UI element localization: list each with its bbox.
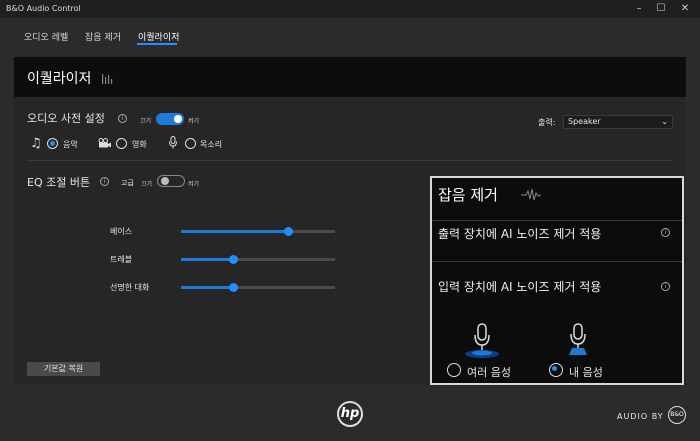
eq-advanced-label: 고급	[121, 179, 134, 187]
tab-audio-level[interactable]: 오디오 레벨	[24, 30, 68, 43]
panel-header	[14, 57, 686, 97]
multi-voice-microphone-icon	[465, 323, 499, 358]
multi-voice-label: 여러 음성	[467, 366, 511, 379]
preset-voice-label: 목소리	[200, 140, 223, 149]
audio-preset-label: 오디오 사전 설정	[27, 112, 105, 125]
output-label: 출력:	[538, 118, 556, 127]
active-tab-indicator	[137, 43, 177, 45]
my-voice-radio[interactable]	[549, 363, 563, 377]
preset-music-radio[interactable]	[47, 138, 58, 149]
close-button[interactable]: ✕	[674, 2, 696, 16]
output-select[interactable]: Speaker ⌄	[563, 115, 673, 129]
equalizer-bars-icon	[102, 74, 113, 84]
window-title: B&O Audio Control	[6, 4, 81, 13]
eq-advanced-toggle[interactable]	[157, 175, 185, 187]
noise-reduction-title: 잡음 제거	[438, 186, 498, 204]
title-bar: B&O Audio Control – ☐ ✕	[0, 0, 700, 18]
toggle-knob	[174, 115, 182, 123]
treble-slider-thumb[interactable]	[228, 255, 238, 264]
preset-music-label: 음악	[63, 140, 78, 149]
preset-voice-radio[interactable]	[185, 138, 196, 149]
audio-preset-toggle-off-label: 끄기	[140, 118, 152, 125]
clear-dialog-slider-thumb[interactable]	[228, 283, 238, 292]
eq-toggle-on-label: 켜기	[188, 181, 200, 188]
input-ai-info-icon[interactable]: i	[661, 282, 670, 291]
treble-slider-fill	[181, 258, 234, 261]
eq-toggle-off-label: 끄기	[141, 181, 153, 188]
eq-info-icon[interactable]: i	[100, 177, 109, 186]
output-ai-noise-label: 출력 장치에 AI 노이즈 제거 적용	[438, 227, 602, 241]
reset-defaults-button[interactable]: 기본값 복원	[27, 362, 100, 376]
eq-label: EQ 조절 버튼	[27, 176, 91, 189]
waveform-icon	[521, 188, 541, 201]
audio-by-label: AUDIO BY	[617, 412, 664, 421]
tab-bar: 오디오 레벨 잡음 제거 이퀄라이저	[0, 18, 700, 52]
bass-label: 베이스	[110, 227, 133, 236]
bass-slider-fill	[181, 230, 289, 233]
my-voice-microphone-icon	[569, 323, 587, 355]
hp-logo: hp	[337, 401, 363, 427]
microphone-icon	[169, 136, 177, 149]
audio-preset-info-icon[interactable]: i	[118, 114, 127, 123]
my-voice-label: 내 음성	[569, 366, 603, 379]
input-ai-noise-label: 입력 장치에 AI 노이즈 제거 적용	[438, 280, 602, 294]
noise-reduction-divider	[432, 220, 682, 221]
bass-slider[interactable]	[181, 227, 335, 236]
music-note-icon: ♫	[30, 136, 42, 151]
clear-dialog-slider[interactable]	[181, 283, 335, 292]
clear-dialog-slider-fill	[181, 286, 234, 289]
audio-preset-toggle[interactable]	[156, 113, 184, 125]
section-divider	[27, 160, 673, 161]
treble-slider[interactable]	[181, 255, 335, 264]
treble-label: 트레블	[110, 255, 133, 264]
minimize-button[interactable]: –	[628, 2, 650, 16]
toggle-knob	[161, 177, 169, 185]
tab-noise-reduction[interactable]: 잡음 제거	[85, 30, 121, 43]
preset-movie-radio[interactable]	[116, 138, 127, 149]
preset-movie-label: 영화	[132, 140, 147, 149]
video-camera-icon	[98, 138, 111, 148]
tab-equalizer[interactable]: 이퀄라이저	[138, 30, 179, 43]
multi-voice-radio[interactable]	[447, 363, 461, 377]
noise-reduction-divider-2	[432, 261, 682, 262]
output-selected-value: Speaker	[568, 117, 601, 126]
clear-dialog-label: 선명한 대화	[110, 283, 150, 292]
maximize-button[interactable]: ☐	[650, 2, 672, 16]
page-title: 이퀄라이저	[27, 71, 92, 87]
output-ai-info-icon[interactable]: i	[661, 228, 670, 237]
audio-preset-toggle-on-label: 켜기	[188, 118, 200, 125]
chevron-down-icon: ⌄	[661, 117, 668, 126]
bo-logo: B&O	[668, 406, 686, 424]
